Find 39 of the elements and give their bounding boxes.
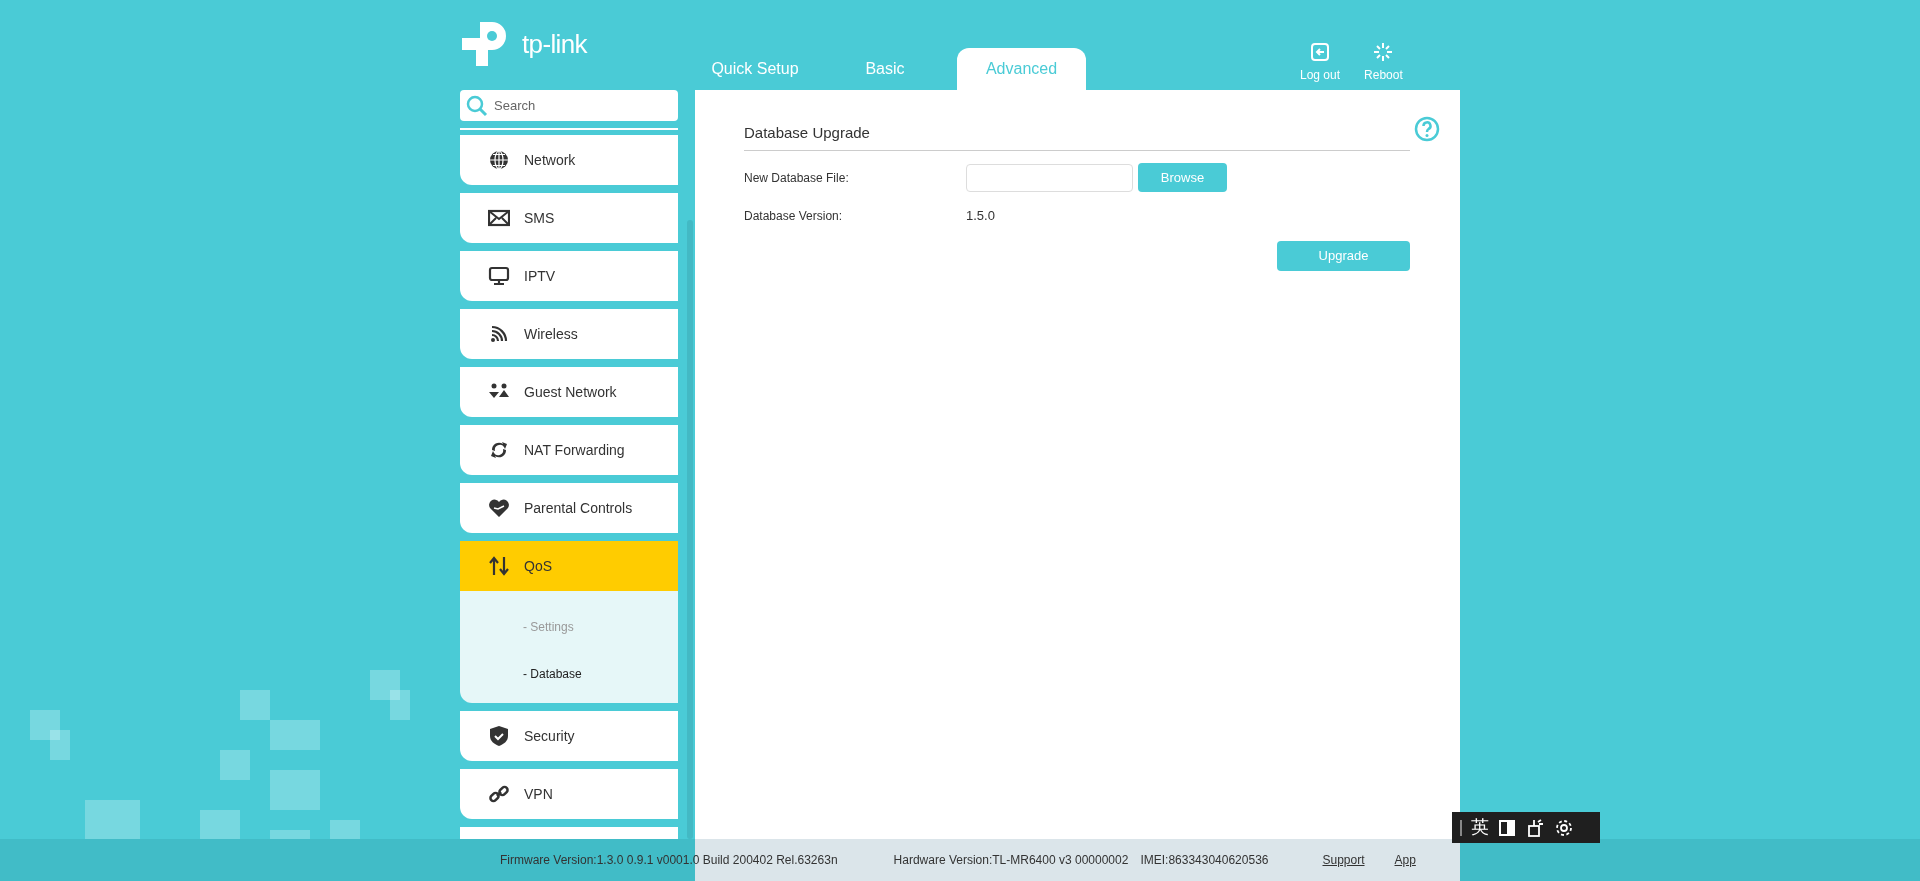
- footer-link[interactable]: App: [1394, 851, 1416, 869]
- section-title: Database Upgrade: [744, 122, 1410, 151]
- globe-icon: [488, 149, 510, 171]
- field-label: Database Version:: [744, 207, 844, 225]
- version-value: 1.5.0: [966, 206, 995, 225]
- sidebar-item[interactable]: Network: [460, 135, 678, 185]
- monitor-icon: [488, 265, 510, 287]
- footer-link[interactable]: Support: [1322, 851, 1365, 869]
- sidebar-item[interactable]: Security: [460, 711, 678, 761]
- sidebar-item[interactable]: QoS: [460, 541, 678, 591]
- reboot-icon: [1373, 42, 1394, 62]
- hardware-version: Hardware Version:TL-MR6400 v3 00000002: [893, 852, 1129, 869]
- sidebar-item[interactable]: IPTV: [460, 251, 678, 301]
- heart-icon: [488, 497, 510, 519]
- submenu-item[interactable]: - Database: [460, 650, 678, 697]
- imei-number: IMEI:863343040620536: [1140, 852, 1269, 869]
- up-down-arrows-icon: [488, 555, 510, 577]
- wireless-icon: [488, 323, 510, 345]
- search-field[interactable]: Search: [460, 90, 678, 121]
- sidebar-item[interactable]: NAT Forwarding: [460, 425, 678, 475]
- settings-icon[interactable]: [1554, 817, 1574, 838]
- sidebar-item[interactable]: Parental Controls: [460, 483, 678, 533]
- envelope-icon: [488, 207, 510, 229]
- shield-icon: [488, 725, 510, 747]
- logo-text: tp-link: [522, 27, 587, 61]
- file-path-field[interactable]: [966, 163, 1133, 192]
- sidebar-item[interactable]: Guest Network: [460, 367, 678, 417]
- field-label: New Database File:: [744, 169, 850, 187]
- half-square-icon[interactable]: [1498, 818, 1516, 837]
- sidebar-item[interactable]: VPN: [460, 769, 678, 819]
- sidebar-item[interactable]: Wireless: [460, 309, 678, 359]
- tool-icon[interactable]: [1525, 817, 1545, 838]
- search-icon: [466, 95, 488, 117]
- sidebar-item[interactable]: SMS: [460, 193, 678, 243]
- logout-icon: [1310, 42, 1330, 62]
- chain-link-icon: [488, 783, 510, 805]
- cycle-arrows-icon: [488, 439, 510, 461]
- input-mode-toggle[interactable]: 英: [1471, 814, 1489, 841]
- help-icon[interactable]: [1414, 116, 1440, 142]
